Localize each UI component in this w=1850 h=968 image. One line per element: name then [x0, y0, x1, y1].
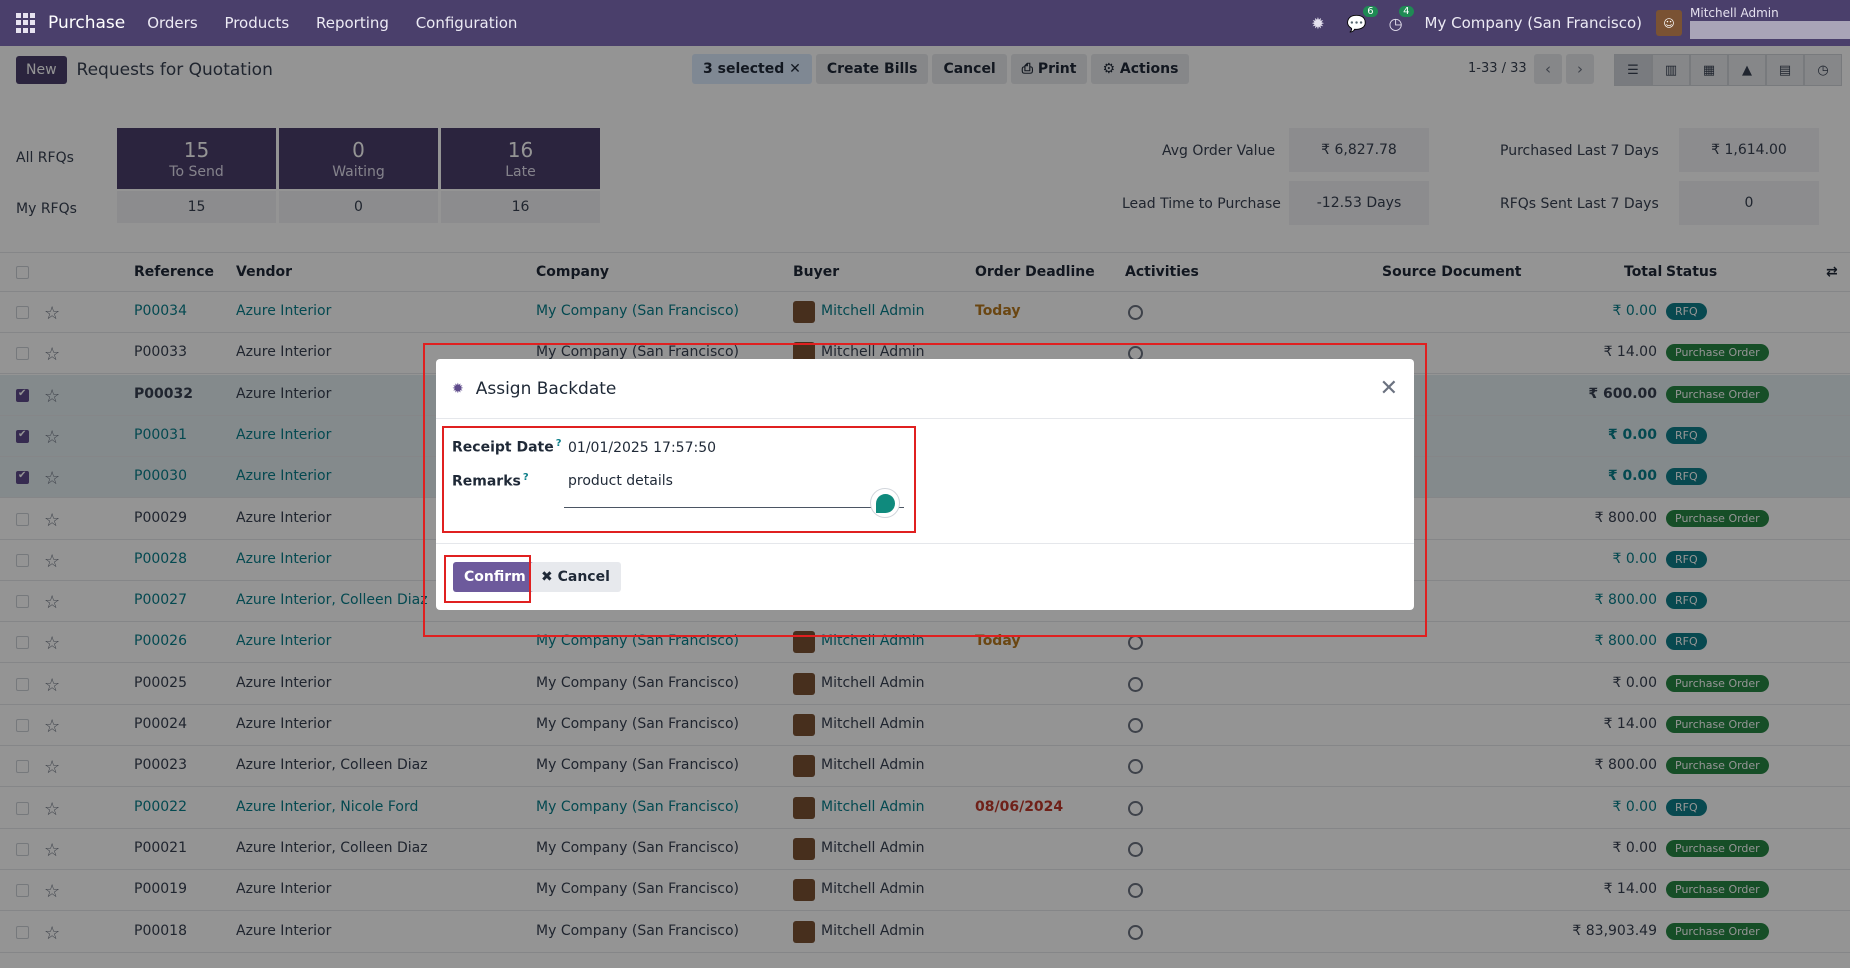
company-switcher[interactable]: My Company (San Francisco) — [1425, 14, 1642, 32]
chat-count-badge: 6 — [1363, 5, 1378, 17]
user-avatar[interactable]: ☺ — [1656, 10, 1682, 36]
highlight-fields — [442, 426, 916, 533]
menu-configuration[interactable]: Configuration — [416, 14, 518, 32]
menu-orders[interactable]: Orders — [147, 14, 197, 32]
main-menu: Orders Products Reporting Configuration — [147, 14, 539, 32]
user-name: Mitchell Admin — [1690, 6, 1779, 20]
activity-clock-icon[interactable]: ◷ 4 — [1389, 5, 1414, 33]
top-navbar: Purchase Orders Products Reporting Confi… — [0, 0, 1850, 46]
user-menu[interactable]: Mitchell Admin — [1690, 7, 1850, 39]
menu-reporting[interactable]: Reporting — [316, 14, 389, 32]
activity-count-badge: 4 — [1399, 5, 1414, 17]
app-name[interactable]: Purchase — [48, 13, 125, 33]
menu-products[interactable]: Products — [224, 14, 289, 32]
highlight-confirm — [444, 555, 531, 603]
chat-icon[interactable]: 💬 6 — [1347, 5, 1378, 33]
app-menu-icon[interactable] — [16, 13, 36, 33]
user-name-redacted — [1690, 21, 1850, 39]
debug-icon[interactable]: ✹ — [1311, 14, 1324, 33]
